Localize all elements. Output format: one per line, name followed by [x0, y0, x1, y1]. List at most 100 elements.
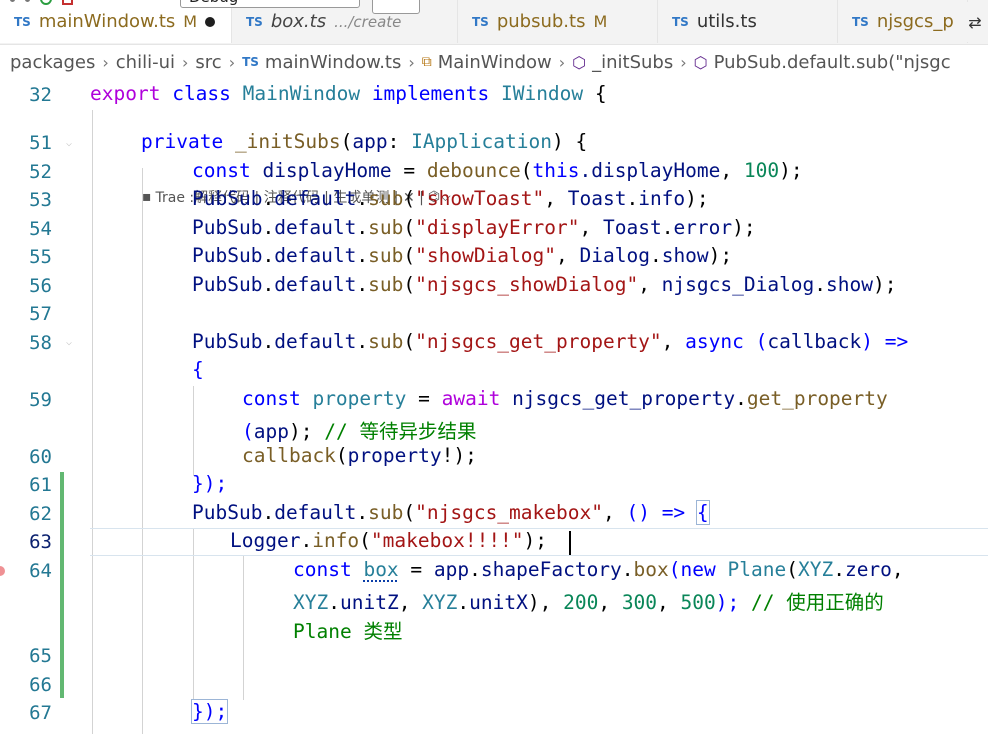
code-line[interactable]: callback(property!);	[242, 444, 477, 467]
code-line[interactable]: private _initSubs(app: IApplication) {	[141, 130, 587, 153]
line-number[interactable]: 67	[0, 702, 52, 724]
punctuation: );	[715, 591, 751, 614]
line-number[interactable]: 59	[0, 389, 52, 411]
code-line[interactable]: const displayHome = debounce(this.displa…	[192, 159, 803, 182]
code-line[interactable]: PubSub.default.sub("njsgcs_get_property"…	[192, 330, 908, 353]
drag-handle-icon[interactable]	[10, 0, 15, 2]
punctuation: .	[262, 330, 275, 353]
code-line[interactable]: {	[192, 358, 204, 381]
line-number[interactable]: 58	[0, 332, 52, 354]
punctuation: .	[262, 501, 275, 524]
number: 500	[680, 591, 716, 614]
tab-label: utils.ts	[696, 11, 757, 32]
arrow-operator: =>	[661, 501, 686, 524]
fold-chevron-icon[interactable]: ⌵	[66, 337, 78, 348]
tab-pubsub[interactable]: TS pubsub.ts M	[458, 0, 658, 43]
parameter: callback	[767, 330, 862, 353]
line-number[interactable]: 64	[0, 560, 52, 582]
line-number[interactable]: 57	[0, 303, 52, 325]
debug-cursor-button[interactable]	[372, 0, 420, 14]
punctuation: )	[861, 330, 885, 353]
stop-icon[interactable]	[62, 0, 73, 5]
number: 100	[743, 159, 780, 182]
line-number[interactable]: 51	[0, 132, 52, 154]
method-symbol-icon: ⬡	[572, 52, 587, 72]
string: "njsgcs_get_property"	[415, 330, 662, 353]
punctuation: .	[262, 216, 275, 239]
function-name: sub	[368, 187, 404, 210]
punctuation: ,	[544, 187, 568, 210]
keyword: const	[242, 387, 301, 410]
code-line[interactable]: const property = await njsgcs_get_proper…	[242, 387, 888, 410]
punctuation: =	[391, 159, 427, 182]
line-number[interactable]: 52	[0, 161, 52, 183]
breadcrumb-item[interactable]: packages	[10, 52, 95, 73]
breadcrumb-item[interactable]: TS mainWindow.ts	[242, 52, 401, 73]
code-line[interactable]: PubSub.default.sub("showToast", Toast.in…	[192, 187, 709, 210]
code-line[interactable]: PubSub.default.sub("njsgcs_makebox", () …	[192, 500, 710, 525]
punctuation: {	[583, 82, 607, 105]
breadcrumb-item[interactable]: ⬡ _initSubs	[572, 52, 673, 73]
punctuation: );	[873, 273, 897, 296]
breadcrumb-item[interactable]: src	[195, 52, 221, 73]
git-change-marker[interactable]	[60, 472, 64, 698]
keyword: await	[441, 387, 501, 410]
line-number[interactable]: 65	[0, 645, 52, 667]
line-number[interactable]: 62	[0, 503, 52, 525]
code-line[interactable]: PubSub.default.sub("njsgcs_showDialog", …	[192, 273, 897, 296]
tab-njsgcs[interactable]: TS njsgcs_p	[838, 0, 968, 43]
restart-icon[interactable]	[40, 0, 52, 5]
code-line[interactable]: Plane 类型	[293, 615, 402, 644]
variable: PubSub	[192, 187, 263, 210]
chevron-right-icon: ›	[228, 52, 236, 72]
code-line[interactable]: XYZ.unitZ, XYZ.unitX), 200, 300, 500); /…	[293, 586, 884, 615]
code-line[interactable]: (app); // 等待异步结果	[242, 415, 476, 444]
line-number[interactable]: 55	[0, 246, 52, 268]
code-line[interactable]: PubSub.default.sub("showDialog", Dialog.…	[192, 244, 732, 267]
line-number[interactable]: 53	[0, 189, 52, 211]
compare-changes-icon[interactable]: ⇄	[962, 2, 988, 42]
indent-guide	[92, 110, 93, 734]
code-editor[interactable]: ⌵ ⌵ 32 51 52 53 54 55 56 57 58 59 60 61 …	[0, 80, 988, 734]
code-line[interactable]: });	[190, 699, 229, 724]
punctuation: ,	[720, 159, 744, 182]
tab-utils[interactable]: TS utils.ts	[658, 0, 838, 43]
unsaved-dot-icon[interactable]	[205, 16, 216, 27]
parameter: app	[352, 130, 388, 153]
line-number[interactable]: 63	[0, 531, 52, 553]
line-number[interactable]: 66	[0, 674, 52, 696]
function-name: callback	[242, 444, 336, 467]
code-line[interactable]: PubSub.default.sub("displayError", Toast…	[192, 216, 756, 239]
class-name: XYZ	[293, 591, 329, 614]
property: default	[274, 501, 357, 524]
fold-chevron-icon[interactable]: ⌵	[66, 138, 78, 149]
breadcrumb-item[interactable]: ⧉ MainWindow	[422, 52, 552, 73]
line-number[interactable]: 56	[0, 275, 52, 297]
breadcrumb-item[interactable]: chili-ui	[116, 52, 175, 73]
property: show	[826, 273, 874, 296]
line-number[interactable]: 54	[0, 218, 52, 240]
keyword: new	[680, 558, 716, 581]
punctuation: ,	[398, 591, 423, 614]
punctuation: );	[685, 187, 709, 210]
property: default	[274, 244, 357, 267]
code-line[interactable]: const box = app.shapeFactory.box(new Pla…	[293, 558, 904, 581]
line-number[interactable]: 61	[0, 474, 52, 496]
line-number[interactable]: 32	[0, 84, 52, 106]
comment: // 等待异步结果	[324, 420, 477, 443]
code-line[interactable]: export class MainWindow implements IWind…	[90, 82, 607, 105]
property: shapeFactory	[480, 558, 622, 581]
drag-handle-icon[interactable]	[25, 0, 30, 2]
function-name: sub	[368, 216, 404, 239]
string: "showDialog"	[415, 244, 557, 267]
code-line[interactable]: });	[192, 472, 227, 495]
line-number[interactable]: 60	[0, 446, 52, 468]
breadcrumb-label: _initSubs	[592, 51, 674, 73]
property: default	[274, 330, 357, 353]
punctuation: (	[403, 330, 416, 353]
punctuation: ),	[527, 591, 564, 614]
debug-config-select[interactable]: Debug	[180, 0, 360, 8]
property: default	[274, 187, 357, 210]
breadcrumb-item[interactable]: ⬡ PubSub.default.sub("njsgc	[694, 52, 951, 73]
code-line[interactable]: Logger.info("makebox!!!!");	[230, 529, 547, 552]
